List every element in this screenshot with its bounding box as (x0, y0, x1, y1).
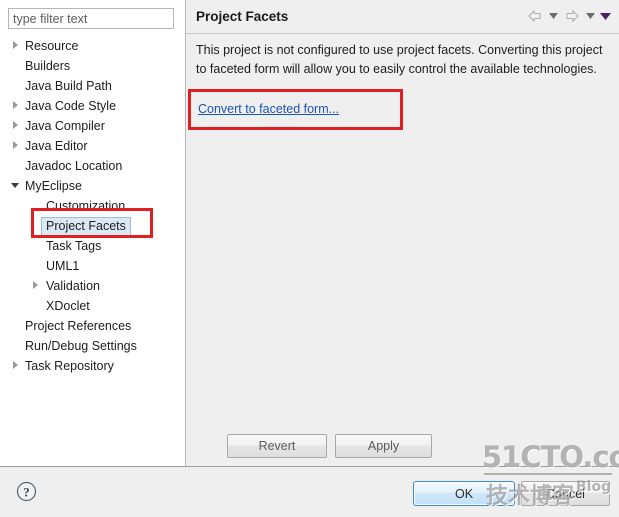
sidebar-item-task-repository[interactable]: Task Repository (0, 356, 185, 376)
sidebar-item-label: Java Code Style (25, 99, 117, 113)
sidebar-item-myeclipse[interactable]: MyEclipse (0, 176, 185, 196)
sidebar-item-label: Task Tags (46, 239, 102, 253)
triangle-down-icon[interactable] (8, 176, 22, 196)
preferences-dialog: Resource Builders Java Build Path Java Code… (0, 0, 619, 517)
sidebar-item-label: UML1 (46, 259, 80, 273)
triangle-right-icon[interactable] (8, 96, 22, 116)
sidebar-item-label: Javadoc Location (25, 159, 123, 173)
header-divider (186, 33, 619, 34)
sidebar-item-javadoc-location[interactable]: Javadoc Location (0, 156, 185, 176)
triangle-right-icon[interactable] (8, 356, 22, 376)
sidebar-item-resource[interactable]: Resource (0, 36, 185, 56)
sidebar-item-task-tags[interactable]: Task Tags (0, 236, 185, 256)
sidebar-item-java-editor[interactable]: Java Editor (0, 136, 185, 156)
sidebar-item-label: Builders (25, 59, 71, 73)
triangle-right-icon[interactable] (8, 36, 22, 56)
sidebar-item-label: Project References (25, 319, 132, 333)
sidebar-item-label: XDoclet (46, 299, 90, 313)
apply-button[interactable]: Apply (335, 434, 432, 458)
chevron-down-filled-icon-menu[interactable] (600, 7, 611, 25)
help-question-icon[interactable]: ? (16, 481, 37, 502)
sidebar-item-java-compiler[interactable]: Java Compiler (0, 116, 185, 136)
sidebar-item-label: Resource (25, 39, 79, 53)
sidebar-item-builders[interactable]: Builders (0, 56, 185, 76)
preferences-tree[interactable]: Resource Builders Java Build Path Java Code… (0, 36, 185, 376)
sidebar-item-validation[interactable]: Validation (0, 276, 185, 296)
sidebar-item-label: Validation (46, 279, 100, 293)
sidebar-item-label: Project Facets (41, 217, 131, 236)
sidebar-item-label: Java Compiler (25, 119, 105, 133)
filter-field-wrapper (8, 8, 174, 29)
chevron-down-icon-back[interactable] (548, 7, 559, 25)
sidebar-item-customization[interactable]: Customization (0, 196, 185, 216)
sidebar-item-label: Java Editor (25, 139, 88, 153)
revert-button[interactable]: Revert (227, 434, 327, 458)
panel-navigation-toolbar[interactable] (526, 7, 611, 25)
sidebar-item-label: Java Build Path (25, 79, 112, 93)
triangle-right-icon[interactable] (28, 276, 42, 296)
sidebar-item-uml1[interactable]: UML1 (0, 256, 185, 276)
sidebar-item-run-debug-settings[interactable]: Run/Debug Settings (0, 336, 185, 356)
sidebar-item-project-references[interactable]: Project References (0, 316, 185, 336)
sidebar-item-label: Run/Debug Settings (25, 339, 137, 353)
convert-to-faceted-form-link[interactable]: Convert to faceted form... (198, 102, 339, 116)
panel-description: This project is not configured to use pr… (196, 43, 603, 76)
cancel-button[interactable]: Cancel (521, 481, 610, 506)
project-facets-panel: Project Facets This project is not confi… (186, 0, 619, 466)
sidebar-item-project-facets[interactable]: Project Facets (0, 216, 185, 236)
convert-link-row: Convert to faceted form... (198, 102, 339, 116)
search-input[interactable] (8, 8, 174, 29)
sidebar-item-label: Customization (46, 199, 126, 213)
ok-button[interactable]: OK (413, 481, 515, 506)
sidebar-item-java-build-path[interactable]: Java Build Path (0, 76, 185, 96)
sidebar-item-xdoclet[interactable]: XDoclet (0, 296, 185, 316)
sidebar-item-label: MyEclipse (25, 179, 82, 193)
triangle-right-icon[interactable] (8, 136, 22, 156)
sidebar-item-java-code-style[interactable]: Java Code Style (0, 96, 185, 116)
arrow-right-icon[interactable] (563, 7, 581, 25)
arrow-left-icon[interactable] (526, 7, 544, 25)
sidebar-item-label: Task Repository (25, 359, 114, 373)
triangle-right-icon[interactable] (8, 116, 22, 136)
svg-text:?: ? (23, 485, 30, 500)
chevron-down-icon-forward[interactable] (585, 7, 596, 25)
settings-tree-panel: Resource Builders Java Build Path Java Code… (0, 0, 186, 466)
page-title: Project Facets (196, 9, 289, 24)
